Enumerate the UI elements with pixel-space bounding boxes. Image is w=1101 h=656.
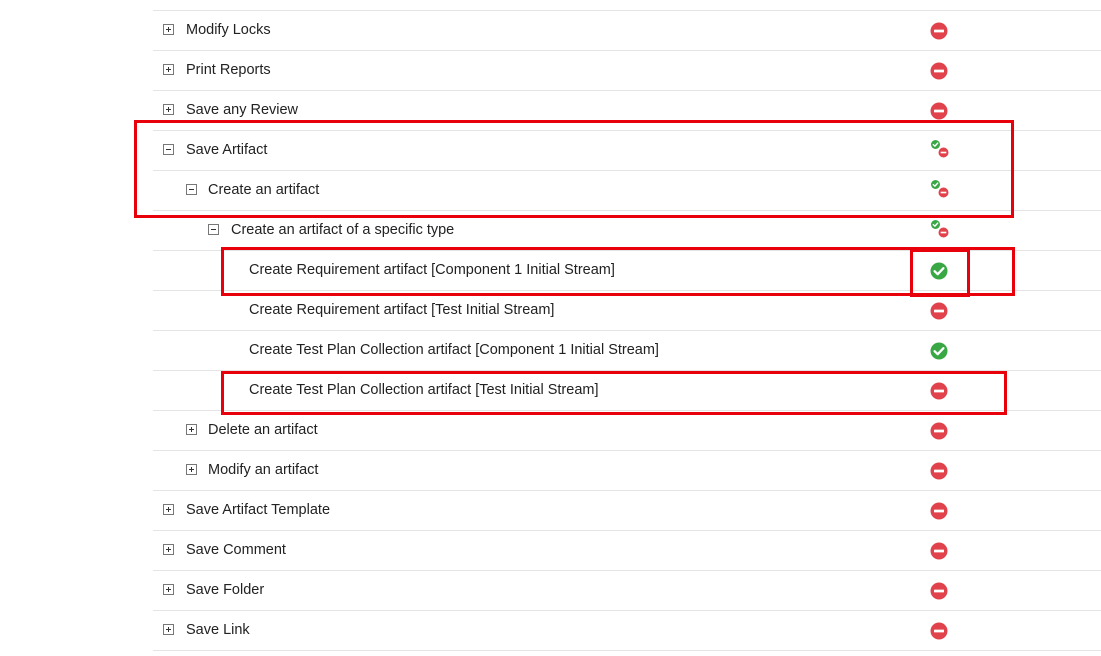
tree-row-label: Print Reports xyxy=(186,62,271,78)
tree-row-label: Create Requirement artifact [Test Initia… xyxy=(249,302,555,318)
allow-icon[interactable] xyxy=(930,342,948,360)
tree-row: Save Link xyxy=(153,611,1101,651)
tree-row-label: Save Artifact Template xyxy=(186,502,331,518)
deny-icon[interactable] xyxy=(930,622,948,640)
tree-row-label: Save Link xyxy=(186,622,250,638)
tree-row-label: Create Test Plan Collection artifact [Co… xyxy=(249,342,659,358)
tree-row: Modify an artifact xyxy=(153,451,1101,491)
deny-icon[interactable] xyxy=(930,422,948,440)
collapse-icon[interactable] xyxy=(208,224,219,235)
expand-icon[interactable] xyxy=(163,504,174,515)
expand-icon[interactable] xyxy=(186,464,197,475)
expand-icon[interactable] xyxy=(163,104,174,115)
deny-icon[interactable] xyxy=(930,582,948,600)
deny-icon[interactable] xyxy=(930,62,948,80)
tree-row-label: Save any Review xyxy=(186,102,299,118)
highlight-test-plan-test-stream xyxy=(221,371,1007,415)
tree-row-label: Delete an artifact xyxy=(208,422,318,438)
tree-row-label: Modify an artifact xyxy=(208,462,319,478)
deny-icon[interactable] xyxy=(930,462,948,480)
highlight-save-artifact xyxy=(134,120,1014,218)
tree-row: Create Test Plan Collection artifact [Co… xyxy=(153,331,1101,371)
tree-row-label: Create an artifact of a specific type xyxy=(231,222,455,238)
deny-icon[interactable] xyxy=(930,542,948,560)
expand-icon[interactable] xyxy=(163,24,174,35)
highlight-allow-icon xyxy=(910,249,970,297)
expand-icon[interactable] xyxy=(163,624,174,635)
expand-icon[interactable] xyxy=(163,64,174,75)
tree-row: Create Requirement artifact [Test Initia… xyxy=(153,291,1101,331)
tree-row: Print Reports xyxy=(153,51,1101,91)
expand-icon[interactable] xyxy=(186,424,197,435)
deny-icon[interactable] xyxy=(930,102,948,120)
tree-row: Save Comment xyxy=(153,531,1101,571)
tree-row-label: Save Folder xyxy=(186,582,265,598)
expand-icon[interactable] xyxy=(163,584,174,595)
tree-row: Save Folder xyxy=(153,571,1101,611)
tree-row-label: Save Comment xyxy=(186,542,286,558)
tree-row: Delete an artifact xyxy=(153,411,1101,451)
tree-row-label: Modify Locks xyxy=(186,22,271,38)
highlight-requirement-component xyxy=(221,247,1015,296)
mixed-permission-icon[interactable] xyxy=(930,219,950,239)
permissions-tree: Modify Locks Print Reports Save any Review… xyxy=(153,10,1101,651)
tree-row: Save Artifact Template xyxy=(153,491,1101,531)
deny-icon[interactable] xyxy=(930,502,948,520)
expand-icon[interactable] xyxy=(163,544,174,555)
deny-icon[interactable] xyxy=(930,302,948,320)
deny-icon[interactable] xyxy=(930,22,948,40)
tree-row: Modify Locks xyxy=(153,11,1101,51)
